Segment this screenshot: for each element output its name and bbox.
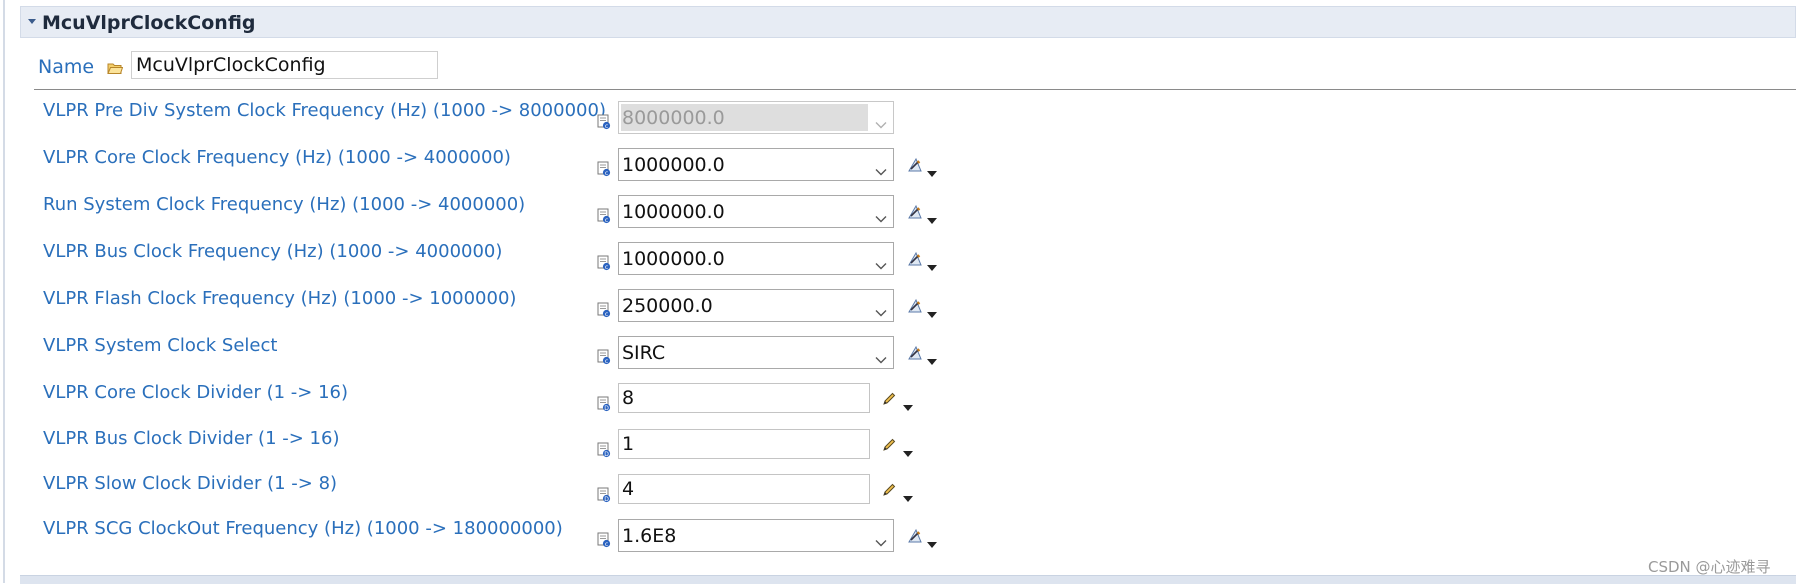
param-label: VLPR Flash Clock Frequency (Hz) (1000 ->… (43, 288, 517, 309)
value-combo[interactable]: 1000000.0 (618, 148, 894, 181)
svg-text:c: c (605, 170, 608, 177)
param-label: VLPR Slow Clock Divider (1 -> 8) (43, 473, 338, 494)
svg-text:c: c (605, 541, 608, 548)
param-label: VLPR Pre Div System Clock Frequency (Hz)… (43, 100, 606, 121)
value-text-field[interactable]: 8 (618, 383, 870, 413)
chevron-down-icon[interactable] (875, 302, 887, 321)
parameter-config-icon: D (597, 487, 611, 507)
calculate-icon[interactable] (907, 528, 923, 548)
combo-value: 8000000.0 (622, 107, 725, 129)
collapse-triangle-icon[interactable] (28, 19, 36, 25)
combo-value: 1000000.0 (622, 248, 725, 270)
divider (34, 89, 1796, 90)
pencil-icon[interactable] (881, 482, 897, 502)
dropdown-arrow-icon[interactable] (927, 256, 937, 275)
combo-value: 1000000.0 (622, 201, 725, 223)
parameter-config-icon: c (597, 255, 611, 275)
param-row: VLPR System Clock Select c SIRC (0, 335, 1000, 375)
calculate-icon[interactable] (907, 251, 923, 271)
svg-text:c: c (605, 311, 608, 318)
chevron-down-icon[interactable] (875, 532, 887, 551)
svg-text:c: c (605, 264, 608, 271)
value-combo: 8000000.0 (618, 101, 894, 134)
text-value: 1 (622, 433, 635, 455)
param-row: VLPR Core Clock Divider (1 -> 16) D 8 (0, 382, 1000, 422)
combo-value: SIRC (622, 342, 666, 364)
chevron-down-icon[interactable] (875, 161, 887, 180)
watermark: CSDN @心迹难寻 (1648, 558, 1771, 576)
chevron-down-icon[interactable] (875, 255, 887, 274)
parameter-config-icon: c (597, 208, 611, 228)
pencil-icon[interactable] (881, 391, 897, 411)
svg-text:D: D (604, 405, 609, 412)
param-label: Run System Clock Frequency (Hz) (1000 ->… (43, 194, 526, 215)
combo-value: 1000000.0 (622, 154, 725, 176)
svg-text:c: c (605, 123, 608, 130)
svg-text:D: D (604, 496, 609, 503)
text-value: 4 (622, 478, 635, 500)
parameter-config-icon: c (597, 302, 611, 322)
param-label: VLPR Bus Clock Frequency (Hz) (1000 -> 4… (43, 241, 503, 262)
param-label: VLPR System Clock Select (43, 335, 278, 356)
chevron-down-icon[interactable] (875, 208, 887, 227)
name-input[interactable] (131, 51, 438, 79)
combo-value: 250000.0 (622, 295, 713, 317)
parameter-config-icon: c (597, 349, 611, 369)
param-row: VLPR Bus Clock Frequency (Hz) (1000 -> 4… (0, 241, 1000, 281)
dropdown-arrow-icon[interactable] (927, 303, 937, 322)
value-combo[interactable]: 1.6E8 (618, 519, 894, 552)
parameter-config-icon: c (597, 161, 611, 181)
parameter-config-icon: D (597, 396, 611, 416)
param-row: VLPR SCG ClockOut Frequency (Hz) (1000 -… (0, 518, 1000, 558)
calculate-icon[interactable] (907, 345, 923, 365)
param-row: Run System Clock Frequency (Hz) (1000 ->… (0, 194, 1000, 234)
parameter-config-icon: c (597, 114, 611, 134)
value-combo[interactable]: SIRC (618, 336, 894, 369)
calculate-icon[interactable] (907, 157, 923, 177)
value-combo[interactable]: 1000000.0 (618, 195, 894, 228)
folder-icon (107, 63, 123, 74)
svg-text:c: c (605, 358, 608, 365)
param-row: VLPR Slow Clock Divider (1 -> 8) D 4 (0, 473, 1000, 513)
svg-text:D: D (604, 451, 609, 458)
section-title: McuVlprClockConfig (42, 12, 256, 34)
dropdown-arrow-icon[interactable] (927, 162, 937, 181)
param-row: VLPR Flash Clock Frequency (Hz) (1000 ->… (0, 288, 1000, 328)
combo-value: 1.6E8 (622, 525, 677, 547)
value-text-field[interactable]: 4 (618, 474, 870, 504)
calculate-icon[interactable] (907, 204, 923, 224)
parameter-config-icon: D (597, 442, 611, 462)
calculate-icon[interactable] (907, 298, 923, 318)
svg-text:c: c (605, 217, 608, 224)
param-row: VLPR Pre Div System Clock Frequency (Hz)… (0, 100, 1000, 140)
value-combo[interactable]: 1000000.0 (618, 242, 894, 275)
chevron-down-icon[interactable] (875, 349, 887, 368)
name-label: Name (38, 56, 95, 78)
param-row: VLPR Core Clock Frequency (Hz) (1000 -> … (0, 147, 1000, 187)
param-row: VLPR Bus Clock Divider (1 -> 16) D 1 (0, 428, 1000, 468)
text-value: 8 (622, 387, 635, 409)
param-label: VLPR Core Clock Frequency (Hz) (1000 -> … (43, 147, 511, 168)
dropdown-arrow-icon[interactable] (903, 396, 913, 415)
param-label: VLPR Core Clock Divider (1 -> 16) (43, 382, 348, 403)
section-header[interactable]: McuVlprClockConfig (20, 6, 1796, 38)
chevron-down-icon[interactable] (875, 114, 887, 133)
param-label: VLPR SCG ClockOut Frequency (Hz) (1000 -… (43, 518, 563, 539)
value-text-field[interactable]: 1 (618, 429, 870, 459)
parameter-config-icon: c (597, 532, 611, 552)
pencil-icon[interactable] (881, 437, 897, 457)
param-label: VLPR Bus Clock Divider (1 -> 16) (43, 428, 340, 449)
dropdown-arrow-icon[interactable] (903, 487, 913, 506)
value-combo[interactable]: 250000.0 (618, 289, 894, 322)
dropdown-arrow-icon[interactable] (927, 350, 937, 369)
dropdown-arrow-icon[interactable] (903, 442, 913, 461)
dropdown-arrow-icon[interactable] (927, 533, 937, 552)
dropdown-arrow-icon[interactable] (927, 209, 937, 228)
